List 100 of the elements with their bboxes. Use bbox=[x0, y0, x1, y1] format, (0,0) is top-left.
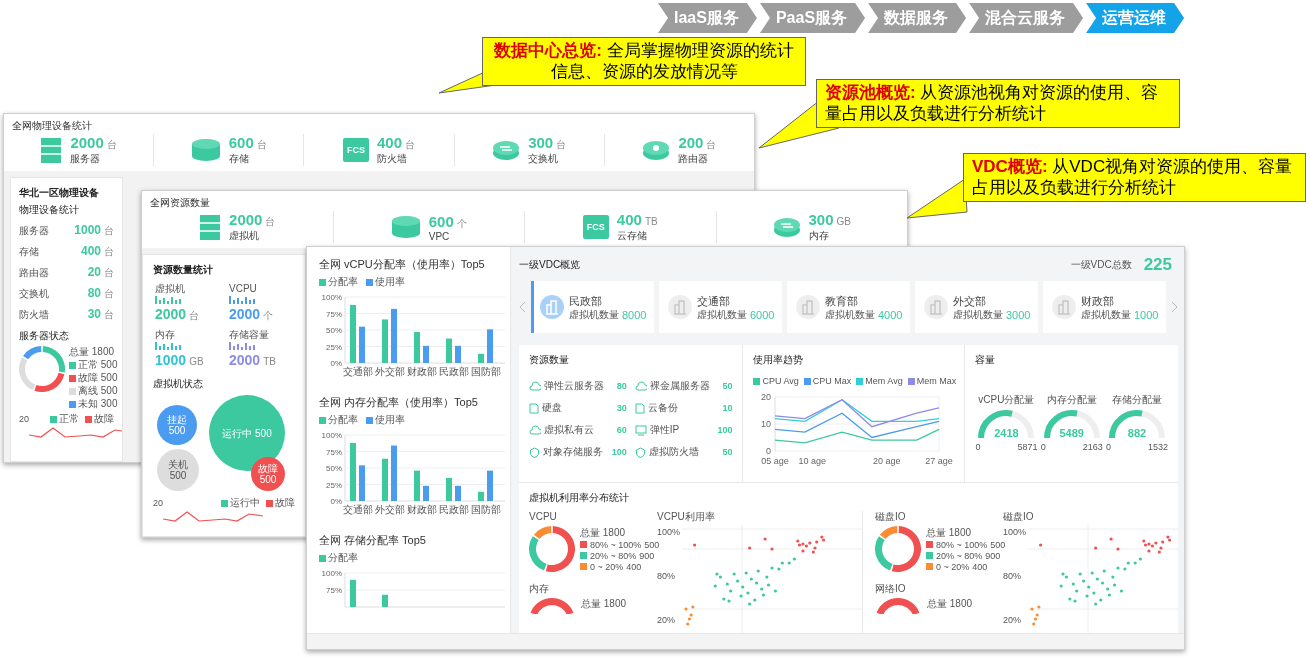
axis-label: 财政部 bbox=[407, 366, 437, 377]
axis-label: 外交部 bbox=[375, 366, 405, 377]
legend-label: 故障 500 bbox=[78, 372, 118, 384]
total-label: 总量 1800 bbox=[581, 598, 627, 610]
resource-value: 60 bbox=[616, 425, 627, 435]
axis-label: 20% bbox=[1003, 615, 1023, 625]
row-value: 400 bbox=[80, 244, 101, 258]
bar bbox=[350, 579, 356, 607]
legend-label: 0 ~ 20% bbox=[936, 561, 970, 572]
row-value: 1000 bbox=[74, 223, 101, 237]
legend-swatch bbox=[907, 377, 915, 385]
vdc-card[interactable]: 外交部 虚拟机数量 3000 bbox=[915, 281, 1038, 333]
row-value: 80 bbox=[87, 286, 101, 300]
row-label: 路由器 bbox=[19, 267, 49, 279]
stat-value: 300 bbox=[528, 134, 554, 151]
card-title: 外交部 bbox=[953, 293, 987, 309]
bar bbox=[423, 485, 429, 501]
card-title: 教育部 bbox=[825, 293, 859, 309]
callout-pointer bbox=[906, 178, 968, 220]
chart-title: 网络IO bbox=[875, 583, 907, 595]
legend-label: 运行中 bbox=[230, 497, 260, 509]
axis-label: 10 age bbox=[798, 456, 827, 466]
resource-label: 硬盘 bbox=[542, 402, 562, 414]
axis-label: 20% bbox=[657, 615, 676, 625]
metric-label: 虚拟机数量 bbox=[953, 308, 1003, 321]
monitor-icon bbox=[634, 424, 647, 436]
chevron-left-icon[interactable] bbox=[519, 301, 526, 313]
unit-label: 台 bbox=[104, 267, 114, 278]
section-title: 虚拟机状态 bbox=[153, 377, 204, 391]
axis-label: 0% bbox=[330, 359, 342, 368]
legend-label: 分配率 bbox=[328, 414, 358, 426]
switch-icon bbox=[492, 139, 521, 161]
chart-title: VCPU bbox=[529, 511, 558, 523]
gauge-value: 882 bbox=[1126, 427, 1148, 439]
vdc-card[interactable]: 民政部 虚拟机数量 8000 bbox=[531, 281, 654, 333]
legend-label: 正常 500 bbox=[78, 359, 118, 371]
status-bubble: 故障 500 bbox=[251, 457, 285, 491]
document-icon bbox=[634, 402, 645, 414]
vdc-card[interactable]: 教育部 虚拟机数量 4000 bbox=[787, 281, 910, 333]
vdc-card[interactable]: 交通部 虚拟机数量 6000 bbox=[659, 281, 782, 333]
legend-swatch bbox=[366, 278, 373, 286]
callout-note: 数据中心总览: 全局掌握物理资源的统计信息、资源的发放情况等 bbox=[482, 37, 806, 87]
resource-label: 存储容量 bbox=[229, 329, 270, 341]
card-title: 交通部 bbox=[697, 293, 731, 309]
bar bbox=[350, 304, 356, 363]
metric-value: 4000 bbox=[878, 308, 903, 321]
resource-value: 50 bbox=[722, 381, 733, 391]
gauge-label: 存储分配量 bbox=[1112, 394, 1162, 406]
legend-label: CPU Max bbox=[812, 376, 852, 386]
bar bbox=[414, 470, 420, 501]
resource-label: 对象存储服务 bbox=[543, 446, 603, 458]
resource-label: 虚拟私有云 bbox=[544, 424, 594, 436]
panel-title: 华北一区物理设备 bbox=[19, 186, 100, 200]
stat-label: 虚拟机 bbox=[229, 229, 261, 243]
stat-label: VPC bbox=[428, 230, 451, 242]
total-label: 总量 1800 bbox=[69, 346, 116, 358]
stat-label: 内存 bbox=[808, 229, 830, 243]
axis-label: 交通部 bbox=[343, 504, 373, 515]
legend-value: 500 bbox=[644, 539, 660, 550]
axis-label: 国防部 bbox=[471, 504, 501, 515]
server-icon bbox=[40, 136, 63, 164]
chart-title: 磁盘IO bbox=[875, 511, 907, 523]
resource-label: 虚拟机 bbox=[155, 283, 186, 295]
legend-swatch bbox=[366, 416, 373, 424]
axis-label: 75% bbox=[326, 309, 342, 319]
axis-label: 民政部 bbox=[439, 504, 469, 515]
resource-label: VCPU bbox=[229, 283, 258, 295]
section-title: 资源数量 bbox=[529, 353, 570, 367]
legend-label: Mem Avg bbox=[865, 376, 903, 386]
cloud-icon bbox=[529, 425, 541, 435]
legend-value: 500 bbox=[990, 539, 1006, 550]
unit-label: 个 bbox=[263, 310, 274, 321]
axis-label: 27 age bbox=[925, 456, 954, 466]
metric-value: 1000 bbox=[1134, 308, 1159, 321]
gauge-min: 0 bbox=[975, 442, 981, 452]
donut-chart-drawing bbox=[875, 526, 922, 572]
legend-label: CPU Avg bbox=[762, 376, 799, 386]
resource-value: 1000 bbox=[155, 352, 187, 368]
vdc-card[interactable]: 财政部 虚拟机数量 1000 bbox=[1043, 281, 1166, 333]
cloud-icon bbox=[529, 381, 541, 391]
total-label: 一级VDC总数 bbox=[1070, 259, 1132, 271]
chart-title: 全网 存储分配率 Top5 bbox=[319, 533, 427, 548]
bar bbox=[446, 338, 452, 363]
unit-label: TB bbox=[263, 356, 276, 367]
stat-value: 600 bbox=[228, 134, 254, 151]
stat-value: 2000 bbox=[229, 211, 263, 228]
chart-title: VCPU利用率 bbox=[657, 511, 716, 523]
bar bbox=[455, 345, 461, 363]
legend-label: 分配率 bbox=[328, 276, 358, 288]
chevron-right-icon[interactable] bbox=[1171, 301, 1178, 313]
stat-value: 2000 bbox=[70, 134, 104, 151]
unit-label: TB bbox=[644, 216, 658, 227]
legend-label: 正常 bbox=[59, 413, 79, 425]
axis-label: 25% bbox=[326, 480, 342, 490]
bar bbox=[391, 445, 397, 501]
donut-chart-drawing bbox=[875, 598, 922, 614]
chart-title: 全网 内存分配率（使用率）Top5 bbox=[319, 395, 479, 410]
gauge-min: 0 bbox=[1106, 442, 1111, 452]
metric-label: 虚拟机数量 bbox=[569, 308, 619, 321]
row-value: 30 bbox=[87, 307, 101, 321]
